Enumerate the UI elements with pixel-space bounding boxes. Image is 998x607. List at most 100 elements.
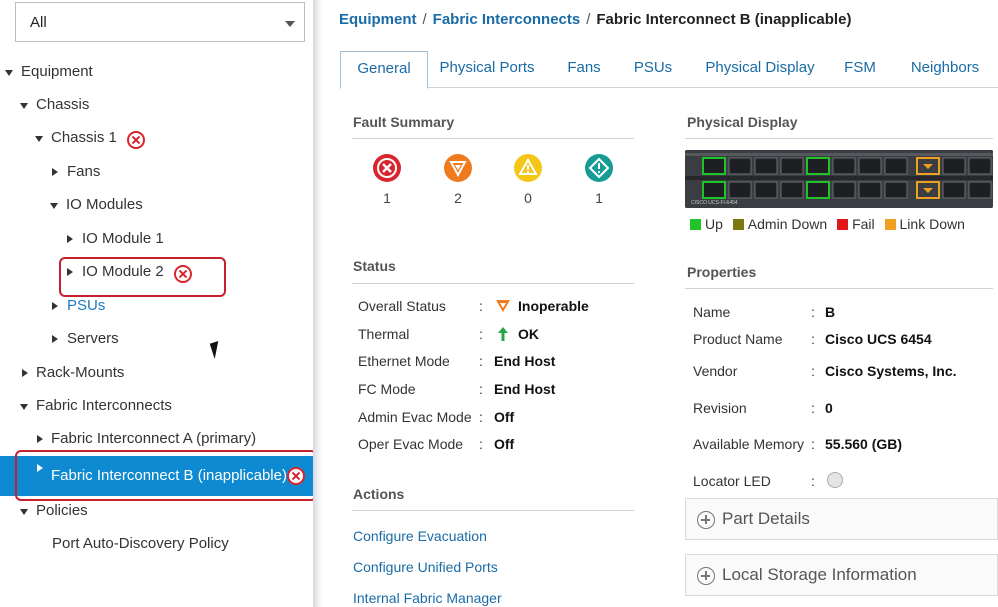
panel-divider — [313, 0, 323, 607]
tab-fans[interactable]: Fans — [562, 51, 606, 88]
critical-fault-count: 1 — [383, 190, 391, 206]
tree-label: Port Auto-Discovery Policy — [52, 535, 229, 552]
vendor-value: Cisco Systems, Inc. — [825, 363, 957, 379]
available-memory-value: 55.560 (GB) — [825, 436, 903, 452]
property-label: Product Name — [693, 331, 783, 347]
caret-down-icon — [20, 509, 28, 515]
colon: : — [479, 436, 483, 452]
tree-item-servers[interactable]: Servers — [0, 327, 313, 355]
status-label: Ethernet Mode — [358, 353, 450, 369]
breadcrumb-fabric-interconnects[interactable]: Fabric Interconnects — [433, 11, 581, 28]
tab-physical-display[interactable]: Physical Display — [700, 51, 820, 88]
caret-down-icon — [35, 136, 43, 142]
internal-fabric-manager-link[interactable]: Internal Fabric Manager — [353, 590, 502, 606]
configure-evacuation-link[interactable]: Configure Evacuation — [353, 528, 487, 544]
ethernet-mode-value: End Host — [494, 353, 556, 369]
breadcrumb-separator: / — [586, 11, 591, 28]
local-storage-label: Local Storage Information — [722, 565, 917, 584]
colon: : — [811, 304, 815, 320]
major-fault-count: 2 — [454, 190, 462, 206]
minor-fault-count: 0 — [524, 190, 532, 206]
breadcrumb-equipment[interactable]: Equipment — [339, 11, 417, 28]
revision-value: 0 — [825, 400, 833, 416]
legend-label: Fail — [852, 216, 875, 232]
legend-label: Link Down — [899, 216, 965, 232]
status-label: Admin Evac Mode — [358, 409, 472, 425]
tab-physical-ports[interactable]: Physical Ports — [433, 51, 541, 88]
filter-dropdown[interactable]: All — [15, 2, 305, 42]
colon: : — [811, 400, 815, 416]
tab-fsm[interactable]: FSM — [840, 51, 880, 88]
status-label: Thermal — [358, 326, 410, 342]
property-label: Revision — [693, 400, 747, 416]
tab-neighbors[interactable]: Neighbors — [900, 51, 990, 88]
legend-item-link-down: Link Down — [884, 216, 965, 232]
switch-faceplate[interactable]: CISCO UCS-FI-6454 — [685, 150, 993, 208]
configure-unified-ports-link[interactable]: Configure Unified Ports — [353, 559, 498, 575]
tree-label: Equipment — [21, 63, 93, 80]
product-name-value: Cisco UCS 6454 — [825, 331, 932, 347]
properties-title: Properties — [687, 264, 757, 280]
warning-fault-icon[interactable] — [584, 153, 614, 183]
tree-item-chassis-1[interactable]: Chassis 1 — [0, 126, 313, 154]
tree-item-fans[interactable]: Fans — [0, 160, 313, 188]
critical-fault-icon[interactable] — [372, 153, 402, 183]
section-divider — [685, 138, 993, 139]
critical-fault-icon — [127, 131, 145, 149]
legend-label: Up — [705, 216, 723, 232]
tree-item-psus[interactable]: PSUs — [0, 294, 313, 322]
major-fault-icon[interactable] — [443, 153, 473, 183]
breadcrumb-current: Fabric Interconnect B (inapplicable) — [596, 11, 852, 28]
status-label: Oper Evac Mode — [358, 436, 464, 452]
caret-right-icon — [52, 302, 58, 310]
tree-item-chassis[interactable]: Chassis — [0, 93, 313, 121]
legend-item-fail: Fail — [837, 216, 875, 232]
locator-led-indicator[interactable] — [827, 472, 843, 488]
tree-label: Chassis 1 — [51, 129, 117, 146]
colon: : — [479, 298, 483, 314]
part-details-expander[interactable]: Part Details — [685, 498, 998, 540]
tree-label: Chassis — [36, 96, 90, 113]
fault-summary-title: Fault Summary — [353, 114, 455, 130]
colon: : — [811, 331, 815, 347]
fc-mode-value: End Host — [494, 381, 556, 397]
tree-item-io-module-1[interactable]: IO Module 1 — [0, 227, 313, 255]
name-value: B — [825, 304, 836, 320]
legend-swatch — [837, 219, 849, 230]
breadcrumb: Equipment / Fabric Interconnects / Fabric In… — [339, 11, 851, 28]
legend-item-admin-down: Admin Down — [732, 216, 827, 232]
status-label: FC Mode — [358, 381, 416, 397]
device-label: CISCO UCS-FI-6454 — [691, 200, 738, 206]
actions-title: Actions — [353, 486, 405, 502]
highlight-box — [15, 450, 317, 501]
colon: : — [479, 326, 483, 342]
legend-swatch — [884, 219, 896, 230]
tree-item-policies[interactable]: Policies — [0, 499, 313, 527]
tree-label: Fans — [67, 163, 101, 180]
tree-item-fabric-interconnects[interactable]: Fabric Interconnects — [0, 394, 313, 422]
tree-label: Fabric Interconnect A (primary) — [51, 430, 257, 447]
filter-value: All — [30, 14, 47, 31]
admin-evac-mode-value: Off — [494, 409, 515, 425]
content-panel: Equipment / Fabric Interconnects / Fabric In… — [323, 0, 998, 607]
colon: : — [811, 436, 815, 452]
tab-general[interactable]: General — [340, 51, 428, 89]
minor-fault-icon[interactable] — [513, 153, 543, 183]
thermal-value: OK — [518, 326, 539, 342]
tree-label: IO Modules — [66, 196, 143, 213]
tree-item-equipment[interactable]: Equipment — [0, 60, 313, 88]
local-storage-expander[interactable]: Local Storage Information — [685, 554, 998, 596]
tree-label: PSUs — [67, 297, 106, 314]
tree-item-rack-mounts[interactable]: Rack-Mounts — [0, 361, 313, 389]
legend-swatch — [690, 219, 701, 230]
status-title: Status — [353, 258, 396, 274]
major-fault-icon — [496, 300, 510, 312]
colon: : — [479, 353, 483, 369]
tree-item-io-modules[interactable]: IO Modules — [0, 193, 313, 221]
tab-psus[interactable]: PSUs — [628, 51, 678, 88]
legend-swatch — [732, 219, 744, 230]
caret-right-icon — [22, 369, 28, 377]
tree-item-port-auto-discovery-policy[interactable]: Port Auto-Discovery Policy — [0, 532, 313, 560]
section-divider — [685, 288, 993, 289]
property-label: Name — [693, 304, 731, 320]
